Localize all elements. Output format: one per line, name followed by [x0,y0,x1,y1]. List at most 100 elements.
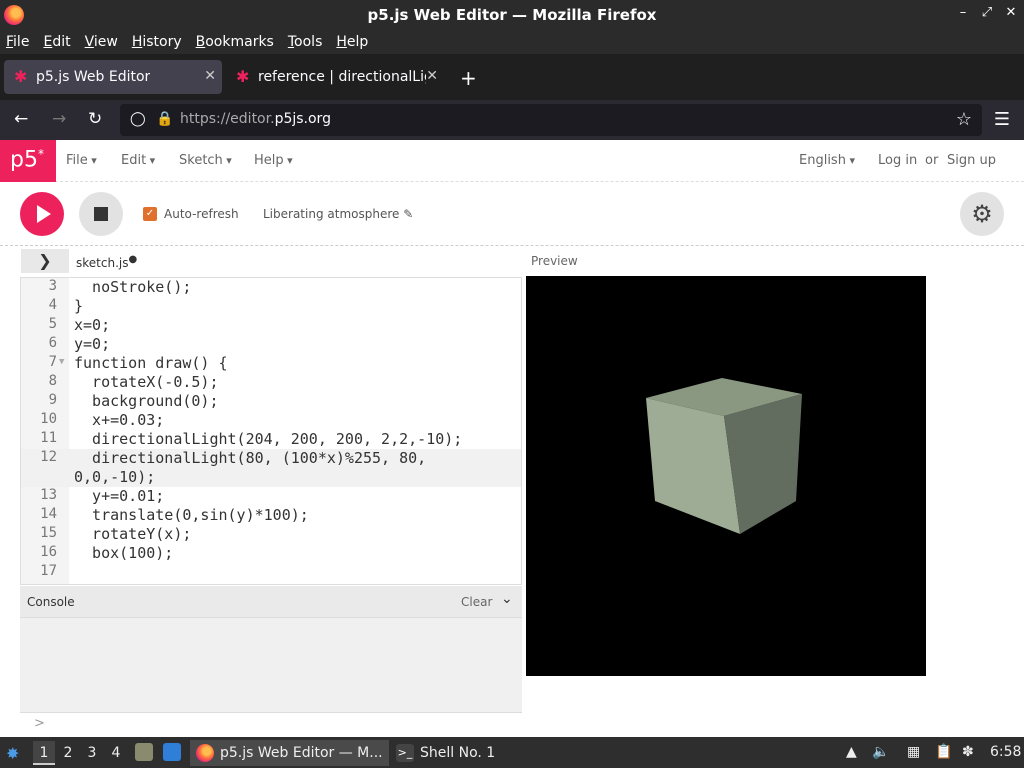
chevron-down-icon[interactable]: ⌄ [501,591,513,607]
code-text[interactable]: y=0; [74,335,110,353]
code-text[interactable]: directionalLight(204, 200, 200, 2,2,-10)… [74,430,462,448]
code-text[interactable]: box(100); [74,544,173,562]
back-icon[interactable]: ← [14,109,28,129]
code-text[interactable]: } [74,297,83,315]
code-line[interactable]: 0,0,-10); [21,468,521,487]
console-title: Console [27,595,75,609]
project-name[interactable]: Liberating atmosphere ✎ [263,207,413,221]
p5-menu-edit[interactable]: Edit [121,153,155,168]
p5-menu-help[interactable]: Help [254,153,293,168]
code-text[interactable]: background(0); [74,392,218,410]
lock-icon[interactable]: 🔒 [156,111,173,127]
workspace-1[interactable]: 1 [33,741,55,765]
language-select[interactable]: English [799,153,855,168]
code-line[interactable]: 5 x=0; [21,316,521,335]
forward-icon[interactable]: → [52,109,66,129]
code-text[interactable]: rotateX(-0.5); [74,373,218,391]
line-number: 8 [48,373,57,389]
hamburger-menu-icon[interactable]: ☰ [994,109,1010,130]
url-text[interactable]: https://editor.p5js.org [180,111,331,127]
code-line[interactable]: 9 background(0); [21,392,521,411]
workspace-2[interactable]: 2 [57,741,79,765]
code-editor[interactable]: 3 noStroke(); 4} 5 x=0; 6 y=0; 7 ▼ function draw… [20,277,522,585]
bookmark-star-icon[interactable]: ☆ [956,109,972,130]
fold-arrow-icon[interactable]: ▼ [59,357,64,367]
code-line[interactable]: 3 noStroke(); [21,278,521,297]
clipboard-icon[interactable]: 📋 [935,744,952,760]
code-line[interactable]: 12 directionalLight(80, (100*x)%255, 80, [21,449,521,468]
new-tab-icon[interactable]: + [460,66,477,90]
code-text[interactable]: x+=0.03; [74,411,164,429]
code-text[interactable]: y+=0.01; [74,487,164,505]
menu-help[interactable]: Help [336,34,368,50]
menu-history[interactable]: History [132,34,182,50]
code-line[interactable]: 17 [21,563,521,582]
desktop-icon[interactable] [163,743,181,761]
code-text[interactable]: noStroke(); [74,278,191,296]
code-text[interactable]: function draw() { [74,354,228,372]
code-line[interactable]: 10 x+=0.03; [21,411,521,430]
code-text[interactable]: x=0; [74,316,110,334]
code-text[interactable]: 0,0,-10); [74,468,155,486]
code-line[interactable]: 7 ▼ function draw() { [21,354,521,373]
maximize-icon[interactable]: ⤢ [980,5,994,20]
line-number: 5 [48,316,57,332]
start-menu-icon[interactable]: ✸ [6,744,19,763]
taskbar-window-shell[interactable]: >_ Shell No. 1 [390,740,501,766]
reload-icon[interactable]: ↻ [88,109,102,129]
workspace-4[interactable]: 4 [105,741,127,765]
close-icon[interactable]: ✕ [1004,5,1018,20]
p5-menu-file[interactable]: File [66,153,97,168]
code-line[interactable]: 15 rotateY(x); [21,525,521,544]
code-line[interactable]: 16 box(100); [21,544,521,563]
p5-logo[interactable]: p5* [0,140,56,182]
pencil-icon[interactable]: ✎ [403,207,413,221]
play-button[interactable] [20,192,64,236]
minimize-icon[interactable]: – [956,5,970,20]
code-text[interactable]: directionalLight(80, (100*x)%255, 80, [74,449,426,467]
bluetooth-icon[interactable]: ✽ [962,744,974,760]
taskbar-window-firefox[interactable]: p5.js Web Editor — M... [190,740,389,766]
code-text[interactable]: translate(0,sin(y)*100); [74,506,309,524]
console-clear-button[interactable]: Clear [461,595,492,609]
signup-link[interactable]: Sign up [947,153,996,168]
menu-tools[interactable]: Tools [288,34,323,50]
volume-icon[interactable]: 🔈 [872,744,889,760]
p5-menu-sketch[interactable]: Sketch [179,153,232,168]
console-panel: Console Clear ⌄ > [20,586,522,736]
url-bar[interactable]: ◯ 🔒 https://editor.p5js.org ☆ [120,104,982,136]
upload-icon[interactable]: ▲ [846,744,857,760]
network-icon[interactable]: ▦ [907,744,920,760]
stop-button[interactable] [79,192,123,236]
console-input[interactable]: > [20,712,522,736]
auto-refresh-toggle[interactable]: ✓ Auto-refresh [143,207,239,221]
code-line[interactable]: 13 y+=0.01; [21,487,521,506]
code-text[interactable]: rotateY(x); [74,525,191,543]
tab-reference[interactable]: ✱ reference | directionalLig ✕ [226,60,444,94]
code-line[interactable]: 6 y=0; [21,335,521,354]
menu-view[interactable]: View [85,34,118,50]
code-line[interactable]: 11 directionalLight(204, 200, 200, 2,2,-… [21,430,521,449]
tab-p5-editor[interactable]: ✱ p5.js Web Editor ✕ [4,60,222,94]
code-line[interactable]: 4} [21,297,521,316]
login-link[interactable]: Log in [878,153,917,168]
settings-gear-button[interactable]: ⚙ [960,192,1004,236]
sidebar-toggle-button[interactable]: ❯ [21,249,69,273]
code-line[interactable]: 8 rotateX(-0.5); [21,373,521,392]
tab-label: reference | directionalLig [258,69,426,85]
clock[interactable]: 6:58 [990,744,1021,760]
sketch-preview-canvas[interactable] [526,276,926,676]
file-manager-icon[interactable] [135,743,153,761]
line-number: 10 [40,411,57,427]
code-line[interactable]: 14 translate(0,sin(y)*100); [21,506,521,525]
menu-edit[interactable]: Edit [43,34,70,50]
tab-close-icon[interactable]: ✕ [426,68,438,84]
preview-label: Preview [531,254,578,268]
menu-bookmarks[interactable]: Bookmarks [196,34,274,50]
workspace-3[interactable]: 3 [81,741,103,765]
menu-file[interactable]: File [6,34,29,50]
checkbox-checked-icon[interactable]: ✓ [143,207,157,221]
shield-icon[interactable]: ◯ [130,111,146,127]
tab-close-icon[interactable]: ✕ [204,68,216,84]
file-tab-sketch[interactable]: sketch.js● [76,254,137,270]
